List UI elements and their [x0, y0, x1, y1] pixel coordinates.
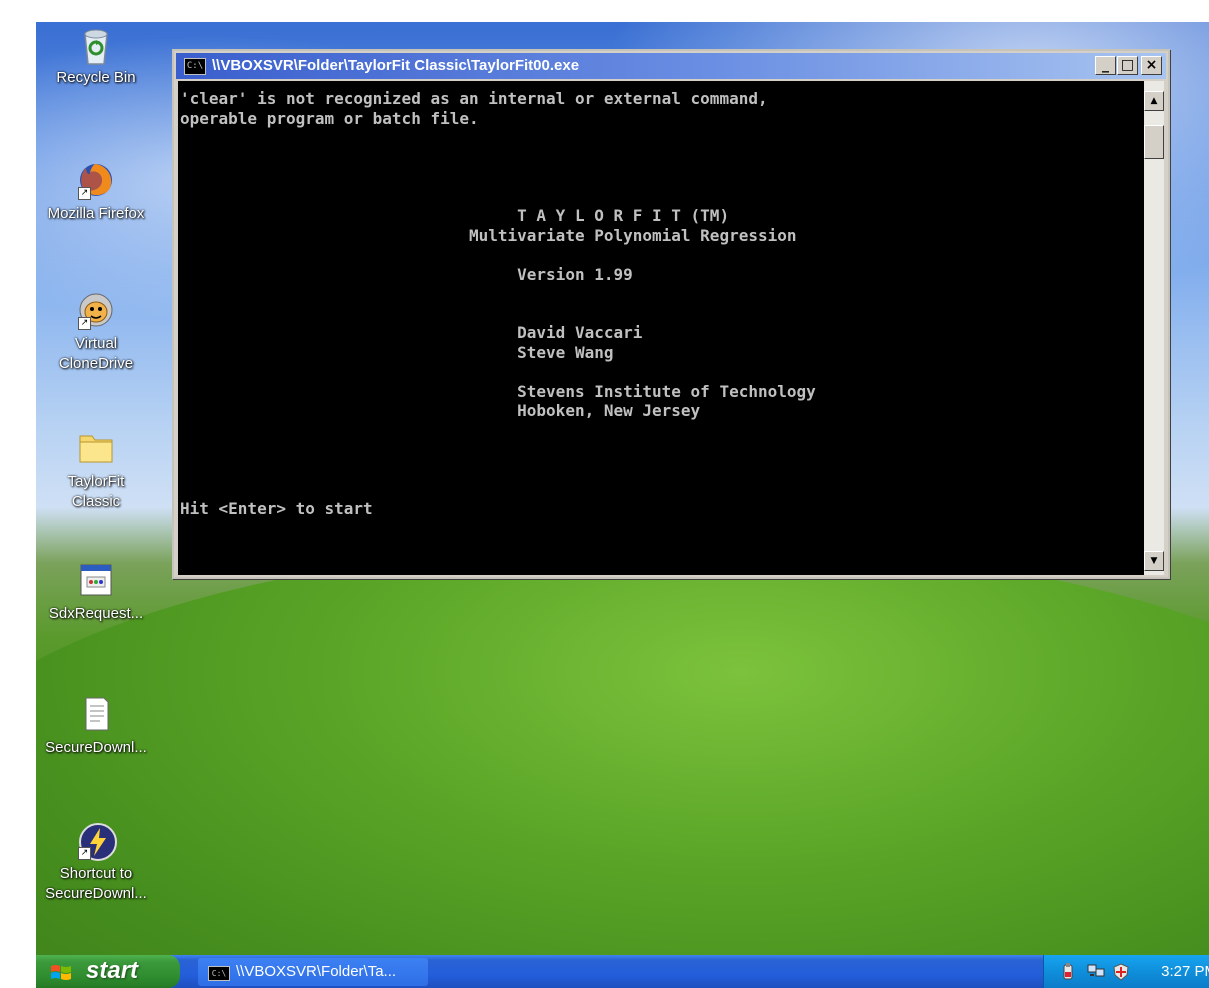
- virtual-clonedrive-icon: ↗: [78, 292, 114, 330]
- desktop-icon-shortcut-securedownload[interactable]: ↗ Shortcut to SecureDownl...: [36, 822, 156, 904]
- window-title: \\VBOXSVR\Folder\TaylorFit Classic\Taylo…: [212, 57, 580, 74]
- secure-download-icon: ↗: [78, 822, 117, 861]
- windows-flag-icon: [50, 962, 71, 982]
- console-output-text: 'clear' is not recognized as an internal…: [180, 89, 816, 518]
- desktop-icon-label: SdxRequest...: [48, 605, 144, 622]
- taskbar-item-console[interactable]: C:\ \\VBOXSVR\Folder\Ta...: [198, 958, 428, 986]
- desktop-icon-label: TaylorFit Classic: [67, 473, 125, 510]
- scroll-thumb[interactable]: [1144, 125, 1164, 159]
- desktop-icon-virtual-clonedrive[interactable]: ↗ Virtual CloneDrive: [36, 292, 156, 374]
- desktop-icon-securedownload-doc[interactable]: SecureDownl...: [36, 696, 156, 758]
- console-icon: C:\: [208, 966, 230, 981]
- safely-remove-hardware-icon[interactable]: [1060, 963, 1076, 980]
- text-document-icon: [78, 696, 114, 732]
- desktop-icon-label: Shortcut to SecureDownl...: [45, 865, 147, 902]
- desktop-icon-label: Recycle Bin: [56, 69, 136, 86]
- shortcut-arrow-icon: ↗: [78, 317, 91, 330]
- window-app-icon: [78, 562, 114, 598]
- desktop-icon-label: Virtual CloneDrive: [58, 335, 134, 372]
- console-system-icon[interactable]: C:\: [184, 58, 206, 75]
- desktop-icon-taylorfit-folder[interactable]: TaylorFit Classic: [36, 430, 156, 512]
- title-bar[interactable]: C:\ \\VBOXSVR\Folder\TaylorFit Classic\T…: [176, 53, 1166, 79]
- system-clock[interactable]: 3:27 PM: [1161, 963, 1209, 981]
- scroll-down-arrow-icon[interactable]: ▼: [1144, 551, 1164, 571]
- start-button[interactable]: start: [36, 955, 180, 988]
- desktop-icon-sdxrequest[interactable]: SdxRequest...: [36, 562, 156, 624]
- maximize-button[interactable]: □: [1117, 56, 1138, 75]
- taskbar: start C:\ \\VBOXSVR\Folder\Ta... 3:27 P: [36, 955, 1209, 988]
- start-label: start: [86, 957, 139, 984]
- vertical-scrollbar[interactable]: ▲ ▼: [1144, 81, 1164, 575]
- desktop-icon-firefox[interactable]: ↗ Mozilla Firefox: [36, 162, 156, 224]
- recycle-bin-icon: [78, 26, 114, 65]
- console-window[interactable]: C:\ \\VBOXSVR\Folder\TaylorFit Classic\T…: [172, 49, 1170, 579]
- shortcut-arrow-icon: ↗: [78, 187, 91, 200]
- close-button[interactable]: ×: [1141, 56, 1162, 75]
- minimize-button[interactable]: _: [1095, 56, 1116, 75]
- folder-icon: [78, 430, 114, 466]
- network-icon[interactable]: [1086, 963, 1105, 979]
- firefox-icon: ↗: [78, 162, 114, 200]
- desktop-icon-recycle-bin[interactable]: Recycle Bin: [36, 26, 156, 88]
- scroll-up-arrow-icon[interactable]: ▲: [1144, 91, 1164, 111]
- security-center-icon[interactable]: [1112, 963, 1129, 981]
- shortcut-arrow-icon: ↗: [78, 847, 91, 860]
- system-tray: 3:27 PM: [1043, 955, 1209, 988]
- console-output-area[interactable]: 'clear' is not recognized as an internal…: [178, 81, 1144, 575]
- taskbar-item-label: \\VBOXSVR\Folder\Ta...: [236, 963, 397, 980]
- desktop-icon-label: Mozilla Firefox: [47, 205, 145, 222]
- desktop-icon-label: SecureDownl...: [45, 739, 147, 756]
